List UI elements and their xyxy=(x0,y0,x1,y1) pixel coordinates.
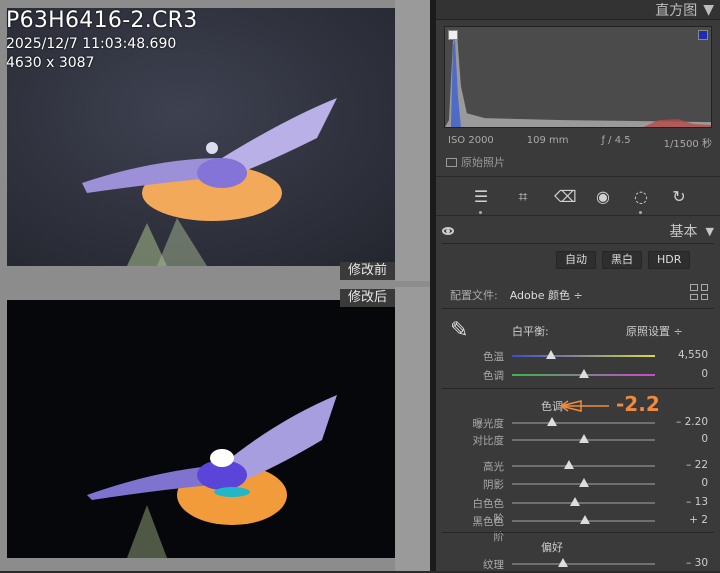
slider-label: 色温 xyxy=(483,351,504,363)
slider-thumb[interactable] xyxy=(547,417,558,426)
original-photo-label: 原始照片 xyxy=(461,156,505,169)
image-dimensions: 4630 x 3087 xyxy=(6,55,95,71)
treatment-buttons: 自动 黑白 HDR xyxy=(556,251,691,269)
slider-value[interactable]: – 30 xyxy=(658,557,708,569)
slider-exposure[interactable]: 曝光度 – 2.20 xyxy=(436,414,720,432)
checkbox-icon[interactable] xyxy=(446,157,457,167)
after-pane: 修改后 xyxy=(0,287,430,571)
histogram-title: 直方图 xyxy=(655,2,698,19)
after-label: 修改后 xyxy=(339,289,395,307)
temp-track[interactable] xyxy=(512,355,655,357)
iso-value: ISO 2000 xyxy=(448,135,494,146)
slider-label: 曝光度 xyxy=(472,418,505,430)
slider-blacks[interactable]: 黑色色阶 + 2 xyxy=(436,512,720,543)
divider xyxy=(442,308,714,309)
shadow-clipping-icon[interactable] xyxy=(448,30,458,40)
red-eye-icon[interactable]: ◉ xyxy=(592,186,614,208)
slider-tint[interactable]: 色调 0 xyxy=(436,366,720,384)
slider-thumb[interactable] xyxy=(545,350,556,359)
slider-track[interactable] xyxy=(512,465,655,467)
wb-select[interactable]: 原照设置 ÷ xyxy=(626,323,683,339)
histogram[interactable] xyxy=(444,26,712,128)
profile-select[interactable]: Adobe 颜色 ÷ xyxy=(510,287,583,303)
eraser-icon[interactable]: ⌫ xyxy=(554,186,577,208)
highlight-clipping-icon[interactable] xyxy=(698,30,708,40)
collapse-triangle-icon[interactable]: ▼ xyxy=(703,2,714,18)
hdr-button[interactable]: HDR xyxy=(648,251,691,269)
slider-thumb[interactable] xyxy=(564,460,575,469)
slider-shadows[interactable]: 阴影 0 xyxy=(436,475,720,493)
filename: P63H6416-2.CR3 xyxy=(6,8,198,33)
annotation-text: -2.2 xyxy=(616,392,660,416)
slider-thumb[interactable] xyxy=(569,497,580,506)
viewer-side-strip xyxy=(395,0,430,281)
slider-value[interactable]: – 22 xyxy=(658,459,708,471)
slider-temp[interactable]: 色温 4,550 xyxy=(436,347,720,365)
presence-title: 偏好 xyxy=(541,541,563,554)
divider xyxy=(442,388,714,389)
slider-label: 色调 xyxy=(483,370,504,382)
after-photo xyxy=(7,300,395,558)
profile-browser-grid-icon[interactable] xyxy=(690,284,708,300)
focal-length: 109 mm xyxy=(526,135,569,146)
slider-track[interactable] xyxy=(512,422,655,424)
viewer-side-strip-after xyxy=(395,287,430,571)
slider-value[interactable]: 0 xyxy=(658,433,708,445)
slider-label: 阴影 xyxy=(483,479,504,491)
sliders-edit-icon[interactable]: ☰ xyxy=(470,186,492,214)
aperture: ƒ / 4.5 xyxy=(601,135,631,146)
slider-label: 高光 xyxy=(483,461,504,473)
visibility-eye-icon[interactable] xyxy=(442,227,454,235)
slider-value[interactable]: 4,550 xyxy=(658,349,708,361)
original-photo-toggle[interactable]: 原始照片 xyxy=(446,154,505,170)
slider-thumb[interactable] xyxy=(578,369,589,378)
slider-contrast[interactable]: 对比度 0 xyxy=(436,431,720,449)
profile-row: 配置文件: Adobe 颜色 ÷ xyxy=(450,287,583,303)
slider-track[interactable] xyxy=(512,502,655,504)
photo-info-overlay: P63H6416-2.CR3 2025/12/7 11:03:48.690 46… xyxy=(6,8,198,71)
slider-value[interactable]: – 13 xyxy=(658,496,708,508)
capture-datetime: 2025/12/7 11:03:48.690 xyxy=(6,36,177,52)
develop-panel: 直方图 ▼ ISO 2000 109 mm ƒ / 4.5 1/1500 秒 原… xyxy=(436,0,720,571)
slider-label: 黑色色阶 xyxy=(472,516,505,543)
slider-highlights[interactable]: 高光 – 22 xyxy=(436,457,720,475)
slider-label: 纹理 xyxy=(483,559,504,571)
exif-info: ISO 2000 109 mm ƒ / 4.5 1/1500 秒 xyxy=(448,135,712,150)
masking-icon[interactable]: ◌ xyxy=(630,186,652,214)
divider xyxy=(442,532,714,533)
slider-texture[interactable]: 纹理 – 30 xyxy=(436,555,720,573)
wb-label: 白平衡: xyxy=(512,325,549,338)
slider-thumb[interactable] xyxy=(578,478,589,487)
slider-value[interactable]: – 2.20 xyxy=(658,416,708,428)
slider-thumb[interactable] xyxy=(578,434,589,443)
auto-button[interactable]: 自动 xyxy=(556,251,596,269)
slider-thumb[interactable] xyxy=(579,515,590,524)
histogram-header[interactable]: 直方图 ▼ xyxy=(436,0,720,20)
slider-value[interactable]: 0 xyxy=(658,368,708,380)
basic-title: 基本 xyxy=(669,224,698,240)
shutter-speed: 1/1500 秒 xyxy=(663,139,712,150)
collapse-triangle-icon[interactable]: ▼ xyxy=(706,225,714,238)
photo-viewer: P63H6416-2.CR3 2025/12/7 11:03:48.690 46… xyxy=(0,0,430,571)
presets-icon[interactable]: ↻ xyxy=(668,186,690,208)
divider xyxy=(442,243,714,244)
slider-label: 对比度 xyxy=(472,435,505,447)
before-pane: P63H6416-2.CR3 2025/12/7 11:03:48.690 46… xyxy=(0,0,430,281)
slider-thumb[interactable] xyxy=(558,558,569,567)
slider-track[interactable] xyxy=(512,563,655,565)
basic-header[interactable]: 基本 ▼ xyxy=(436,220,720,242)
profile-label: 配置文件: xyxy=(450,289,498,302)
tool-strip: ☰ ⌗ ⌫ ◉ ◌ ↻ xyxy=(436,176,720,216)
annotation-arrow-icon xyxy=(560,400,609,412)
crop-icon[interactable]: ⌗ xyxy=(512,186,534,208)
slider-value[interactable]: + 2 xyxy=(658,514,708,526)
slider-whites[interactable]: 白色色阶 – 13 xyxy=(436,494,720,525)
white-balance-eyedropper-icon[interactable]: ✎ xyxy=(450,318,474,348)
slider-value[interactable]: 0 xyxy=(658,477,708,489)
before-label: 修改前 xyxy=(339,262,395,280)
bw-button[interactable]: 黑白 xyxy=(602,251,642,269)
